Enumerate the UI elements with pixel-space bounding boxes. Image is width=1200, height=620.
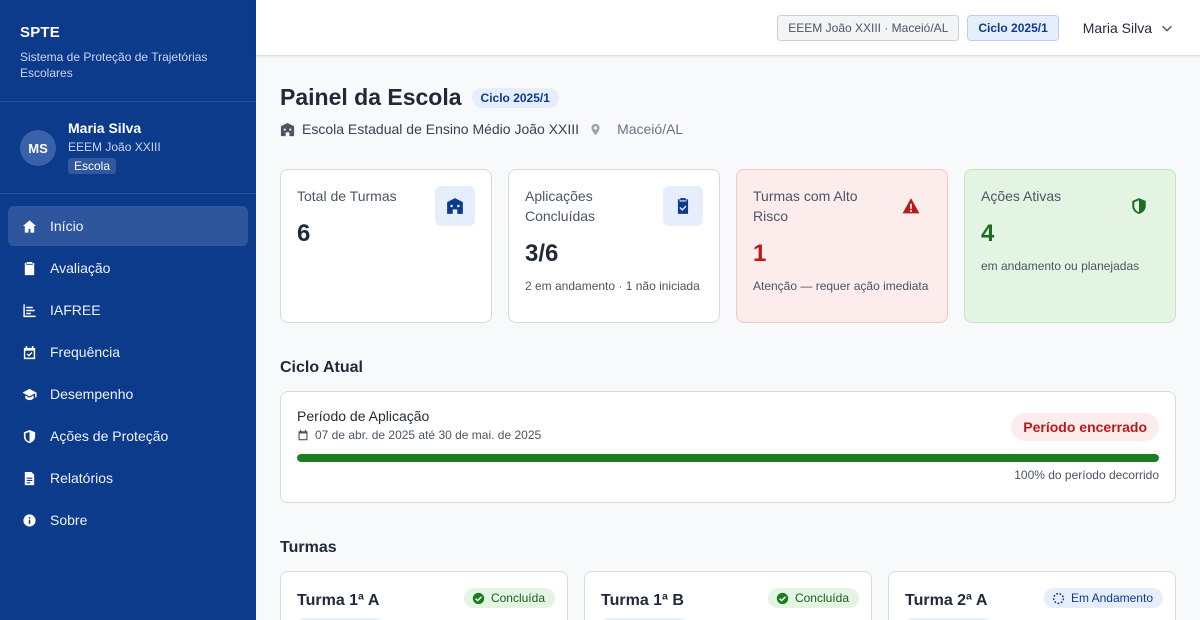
check-circle-icon <box>472 592 485 604</box>
status-label: Em Andamento <box>1070 591 1153 605</box>
card-acoes-ativas: Ações Ativas 4 em andamento ou planejada… <box>964 169 1176 323</box>
card-label: Ações Ativas <box>981 188 1062 204</box>
brand-subtitle: Sistema de Proteção de Trajetórias Escol… <box>20 50 208 80</box>
report-icon <box>20 469 38 487</box>
school-info: Escola Estadual de Ensino Médio João XXI… <box>280 121 1176 137</box>
main-content: Painel da Escola Ciclo 2025/1 Escola Est… <box>256 56 1200 620</box>
turma-card[interactable]: Turma 2ª A Em Andamento <box>888 571 1176 620</box>
map-pin-icon <box>591 123 600 135</box>
school-building-icon <box>280 122 295 136</box>
clipboard-icon <box>20 259 38 277</box>
card-note: Atenção — requer ação imediata <box>753 279 929 293</box>
status-label: Concluída <box>490 591 545 605</box>
sidebar-item-label: Relatórios <box>50 470 114 486</box>
sidebar-user: MS Maria Silva EEEM João XXIII Escola <box>0 102 256 194</box>
turma-card[interactable]: Turma 1ª A Concluída <box>280 571 568 620</box>
clipboard-check-icon <box>663 186 703 226</box>
card-value: 1 <box>753 240 767 267</box>
sidebar-item-avaliacao[interactable]: Avaliação <box>8 248 248 288</box>
status-badge: Em Andamento <box>1043 588 1163 608</box>
sidebar-item-frequencia[interactable]: Frequência <box>8 332 248 372</box>
summary-cards: Total de Turmas 6 Aplicações Concluídas … <box>280 169 1176 323</box>
sidebar-item-acoes-de-protecao[interactable]: Ações de Proteção <box>8 416 248 456</box>
warning-icon <box>891 186 931 226</box>
card-label: Aplicações Concluídas <box>525 188 596 224</box>
home-icon <box>20 217 38 235</box>
card-aplicacoes-concluidas: Aplicações Concluídas 3/6 2 em andamento… <box>508 169 720 323</box>
chevron-down-icon <box>1162 25 1172 32</box>
shield-icon <box>20 427 38 445</box>
cycle-panel: Período de Aplicação 07 de abr. de 2025 … <box>280 391 1176 503</box>
user-menu[interactable]: Maria Silva <box>1083 20 1174 36</box>
card-note: em andamento ou planejadas <box>981 259 1140 273</box>
school-location: Maceió/AL <box>617 121 684 137</box>
sidebar-item-sobre[interactable]: Sobre <box>8 500 248 540</box>
page-title: Painel da Escola <box>280 84 462 110</box>
topbar: EEEM João XXIII · Maceió/AL Ciclo 2025/1… <box>256 0 1200 56</box>
sidebar-item-label: Avaliação <box>50 260 111 276</box>
sidebar-item-label: Desempenho <box>50 386 134 402</box>
cycle-chip: Ciclo 2025/1 <box>967 14 1059 41</box>
check-circle-icon <box>776 592 789 604</box>
card-turmas-alto-risco: Turmas com Alto Risco 1 Atenção — requer… <box>736 169 948 323</box>
sidebar-item-label: IAFREE <box>50 302 101 318</box>
avatar: MS <box>20 130 56 166</box>
brand-title: SPTE <box>20 24 60 41</box>
status-badge: Concluída <box>767 588 859 608</box>
loading-spinner-icon <box>1052 592 1065 604</box>
turma-card[interactable]: Turma 1ª B Concluída <box>584 571 872 620</box>
school-icon <box>435 186 475 226</box>
card-note: 2 em andamento · 1 não iniciada <box>525 279 700 293</box>
section-title-turmas: Turmas <box>280 539 337 556</box>
period-dates: 07 de abr. de 2025 até 30 de mai. de 202… <box>315 428 542 442</box>
school-name: Escola Estadual de Ensino Médio João XXI… <box>302 121 580 137</box>
period-status-badge: Período encerrado <box>1011 413 1159 441</box>
calendar-icon <box>298 429 308 441</box>
user-name: Maria Silva <box>68 120 142 136</box>
card-total-turmas: Total de Turmas 6 <box>280 169 492 323</box>
brand: SPTE Sistema de Proteção de Trajetórias … <box>0 0 256 102</box>
sidebar: SPTE Sistema de Proteção de Trajetórias … <box>0 0 256 620</box>
user-role-badge: Escola <box>68 158 117 174</box>
sidebar-item-label: Sobre <box>50 512 88 528</box>
calendar-check-icon <box>20 343 38 361</box>
sidebar-item-iafree[interactable]: IAFREE <box>8 290 248 330</box>
sidebar-item-inicio[interactable]: Início <box>8 206 248 246</box>
card-value: 3/6 <box>525 240 559 267</box>
sidebar-item-label: Início <box>50 218 84 234</box>
period-progress-text: 100% do período decorrido <box>1014 468 1159 482</box>
chart-bars-icon <box>20 301 38 319</box>
info-icon <box>20 511 38 529</box>
status-badge: Concluída <box>463 588 555 608</box>
user-school: EEEM João XXIII <box>68 140 161 154</box>
shield-check-icon <box>1119 186 1159 226</box>
turmas-list: Turma 1ª A Concluída Turma 1ª B Concluíd… <box>280 571 1176 620</box>
sidebar-item-desempenho[interactable]: Desempenho <box>8 374 248 414</box>
card-label: Turmas com Alto Risco <box>753 188 858 224</box>
school-chip: EEEM João XXIII · Maceió/AL <box>777 14 960 41</box>
card-label: Total de Turmas <box>297 188 397 204</box>
graduation-cap-icon <box>20 385 38 403</box>
status-label: Concluída <box>794 591 849 605</box>
period-progress-bar <box>297 454 1159 462</box>
sidebar-nav: Início Avaliação IAFREE Frequência Desem… <box>0 194 256 554</box>
sidebar-item-label: Ações de Proteção <box>50 428 169 444</box>
sidebar-item-relatorios[interactable]: Relatórios <box>8 458 248 498</box>
user-menu-name: Maria Silva <box>1082 19 1152 36</box>
period-progress-fill <box>297 454 1159 462</box>
cycle-badge: Ciclo 2025/1 <box>471 87 559 108</box>
sidebar-item-label: Frequência <box>50 344 121 360</box>
section-title-ciclo: Ciclo Atual <box>280 359 363 376</box>
